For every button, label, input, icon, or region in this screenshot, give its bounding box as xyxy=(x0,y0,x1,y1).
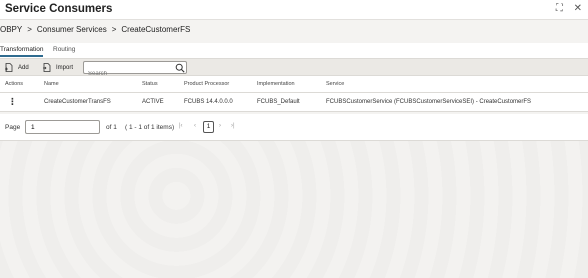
header-name[interactable]: Name xyxy=(44,81,59,87)
consumers-table: Actions Name Status Product Processor Im… xyxy=(0,76,588,112)
close-icon[interactable]: ✕ xyxy=(574,3,582,14)
import-label: Import xyxy=(56,64,74,71)
row-product-processor: FCUBS 14.4.0.0.0 xyxy=(184,99,233,105)
header-implementation[interactable]: Implementation xyxy=(257,81,295,87)
row-service: FCUBSCustomerService (FCUBSCustomerServi… xyxy=(326,99,532,105)
table-header: Actions Name Status Product Processor Im… xyxy=(0,76,588,93)
search-box xyxy=(83,61,187,80)
tab-bar: Transformation Routing xyxy=(0,43,588,59)
page-title: Service Consumers xyxy=(5,3,113,15)
table-row[interactable]: ⋮ CreateCustomerTransFS ACTIVE FCUBS 14.… xyxy=(0,93,588,112)
import-icon xyxy=(43,63,51,72)
add-label: Add xyxy=(18,64,29,71)
header-status[interactable]: Status xyxy=(142,81,158,87)
breadcrumb-separator: > xyxy=(111,25,117,34)
row-status: ACTIVE xyxy=(142,99,164,105)
empty-background xyxy=(0,141,588,278)
first-page-icon[interactable]: |‹ xyxy=(179,123,183,129)
pagination-bar: Page of 1 ( 1 - 1 of 1 items) |‹ ‹ 1 › ›… xyxy=(0,114,588,141)
search-icon[interactable] xyxy=(175,63,185,73)
maximize-icon[interactable]: ⛶ xyxy=(556,3,563,14)
add-document-icon xyxy=(5,63,13,72)
header-service[interactable]: Service xyxy=(326,81,344,87)
current-page-button[interactable]: 1 xyxy=(203,121,214,133)
row-name[interactable]: CreateCustomerTransFS xyxy=(44,99,111,105)
previous-page-icon[interactable]: ‹ xyxy=(194,123,196,129)
window-controls: ⛶ ✕ xyxy=(548,3,582,14)
page-label: Page xyxy=(5,124,21,131)
breadcrumb: OBPY > Consumer Services > CreateCustomerFS xyxy=(0,25,190,39)
breadcrumb-item-consumer-services[interactable]: Consumer Services xyxy=(37,25,107,34)
breadcrumb-item-current: CreateCustomerFS xyxy=(121,25,191,34)
page-number-input[interactable] xyxy=(25,120,100,134)
page-count-label: of 1 xyxy=(106,124,117,131)
breadcrumb-separator: > xyxy=(27,25,32,34)
last-page-icon[interactable]: ›| xyxy=(231,123,235,129)
toolbar: Add Import xyxy=(0,59,588,80)
row-actions-kebab-icon[interactable]: ⋮ xyxy=(8,97,17,107)
row-implementation: FCUBS_Default xyxy=(257,99,300,105)
next-page-icon[interactable]: › xyxy=(219,123,221,129)
add-button[interactable]: Add xyxy=(5,62,29,73)
items-range-label: ( 1 - 1 of 1 items) xyxy=(125,124,175,131)
tab-routing[interactable]: Routing xyxy=(53,46,75,53)
tab-transformation[interactable]: Transformation xyxy=(0,46,44,57)
header-actions: Actions xyxy=(5,81,24,87)
import-button[interactable]: Import xyxy=(43,62,73,73)
breadcrumb-item-obpy[interactable]: OBPY xyxy=(0,25,22,34)
header-product-processor[interactable]: Product Processor xyxy=(184,81,229,87)
title-bar: Service Consumers ⛶ ✕ xyxy=(0,0,588,20)
